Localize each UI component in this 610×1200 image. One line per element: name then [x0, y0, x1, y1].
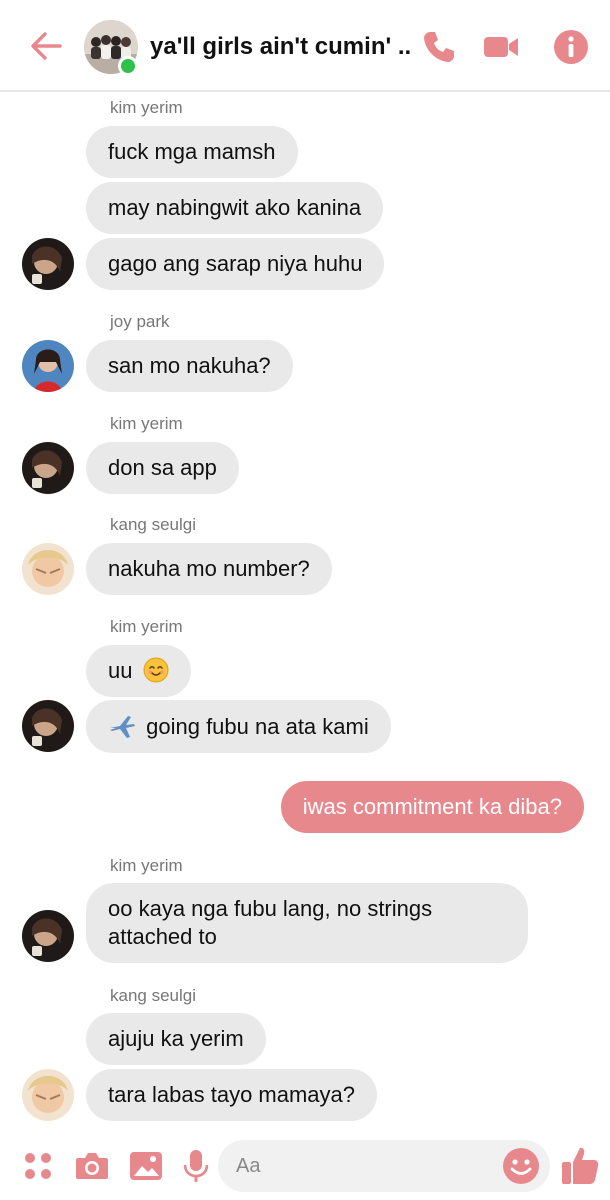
message-bubble[interactable]: going fubu na ata kami [86, 700, 391, 753]
message-composer: Aa [0, 1130, 610, 1200]
online-status-dot [118, 56, 138, 76]
microphone-icon[interactable] [178, 1148, 214, 1184]
sender-name: joy park [110, 312, 170, 331]
avatar[interactable] [22, 1069, 74, 1121]
avatar[interactable] [22, 700, 74, 752]
message-bubble[interactable]: uu [86, 645, 191, 697]
avatar[interactable] [22, 543, 74, 595]
message-bubble[interactable]: don sa app [86, 442, 239, 494]
message-bubble[interactable]: fuck mga mamsh [86, 126, 298, 178]
message-bubble[interactable]: may nabingwit ako kanina [86, 182, 384, 234]
image-icon[interactable] [128, 1148, 164, 1184]
sender-name: kim yerim [110, 414, 183, 433]
message-text: uu [108, 658, 133, 683]
sender-name: kang seulgi [110, 515, 197, 534]
my-message-bubble[interactable]: iwas commitment ka diba? [280, 781, 584, 833]
info-icon[interactable] [552, 28, 590, 66]
avatar[interactable] [22, 340, 74, 392]
message-bubble[interactable]: nakuha mo number? [86, 543, 332, 595]
message-bubble[interactable]: tara labas tayo mamaya? [86, 1069, 378, 1121]
airplane-icon [110, 716, 135, 738]
message-input-placeholder: Aa [236, 1155, 261, 1177]
message-input[interactable]: Aa [218, 1140, 550, 1192]
camera-icon[interactable] [74, 1148, 110, 1184]
emoji-icon[interactable] [502, 1147, 540, 1185]
sender-name: kang seulgi [110, 986, 197, 1005]
sender-name: kim yerim [110, 617, 183, 636]
phone-icon[interactable] [420, 28, 458, 66]
back-arrow-icon[interactable] [28, 28, 64, 64]
avatar[interactable] [22, 238, 74, 290]
message-bubble[interactable]: gago ang sarap niya huhu [86, 238, 385, 290]
thumbs-up-icon[interactable] [560, 1144, 600, 1186]
smiling-face-icon [143, 657, 169, 683]
sender-name: kim yerim [110, 856, 183, 875]
conversation-title[interactable]: ya'll girls ain't cumin' ... [150, 33, 412, 61]
video-camera-icon[interactable] [482, 28, 520, 66]
message-list[interactable]: kim yerim fuck mga mamsh may nabingwit a… [0, 94, 610, 1130]
avatar[interactable] [22, 910, 74, 962]
sender-name: kim yerim [110, 98, 183, 117]
message-bubble[interactable]: ajuju ka yerim [86, 1013, 266, 1065]
message-text: going fubu na ata kami [146, 714, 369, 739]
message-bubble[interactable]: san mo nakuha? [86, 340, 293, 392]
apps-icon[interactable] [20, 1148, 56, 1184]
message-bubble[interactable]: oo kaya nga fubu lang, no strings attach… [86, 883, 528, 963]
avatar[interactable] [22, 442, 74, 494]
conversation-header: ya'll girls ain't cumin' ... [0, 0, 610, 92]
